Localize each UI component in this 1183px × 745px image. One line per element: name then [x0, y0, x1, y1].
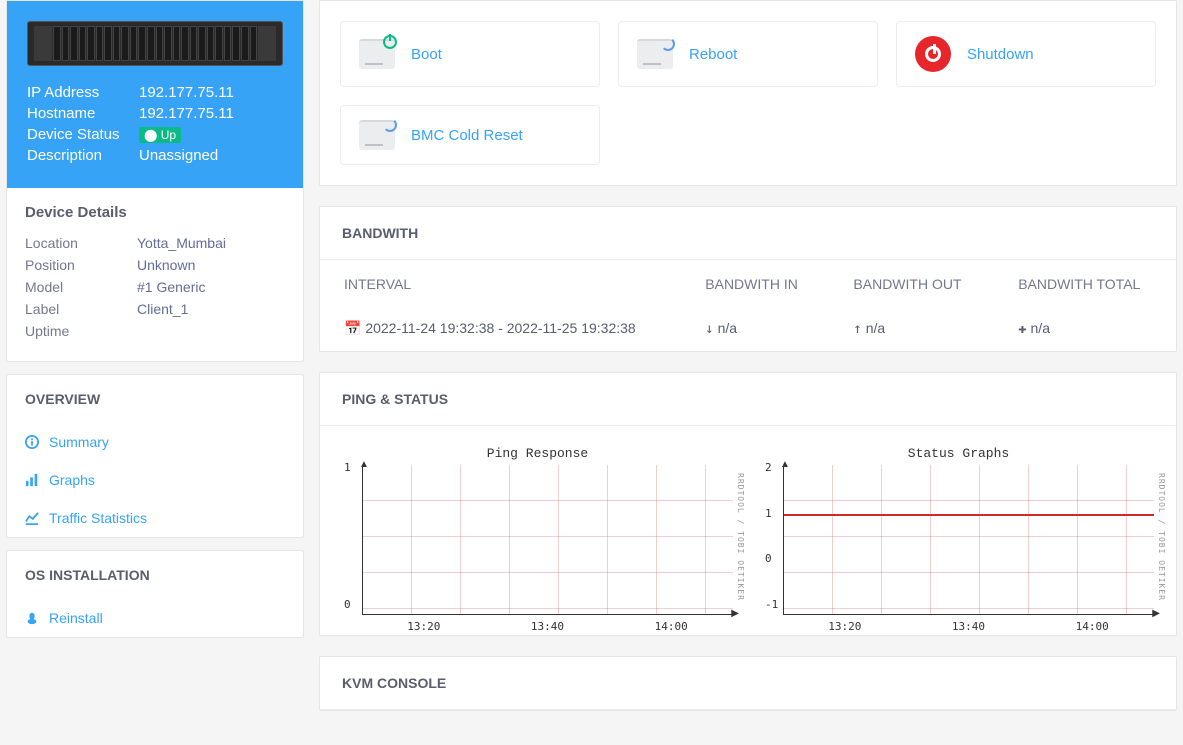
- ping-response-chart: Ping Response ▲▶ 10 13:2013:4014:00 RRDT…: [342, 446, 733, 615]
- location-value: Yotta_Mumbai: [137, 235, 226, 251]
- label-value: Client_1: [137, 301, 188, 317]
- bandwidth-section: BANDWITH INTERVAL BANDWITH IN BANDWITH O…: [319, 206, 1177, 352]
- ping-status-section: PING & STATUS Ping Response ▲▶ 10 13:201…: [319, 372, 1177, 636]
- server-header: IP Address192.177.75.11 Hostname192.177.…: [7, 1, 303, 188]
- ping-heading: PING & STATUS: [320, 373, 1176, 426]
- power-actions: Boot Reboot Shutdown BMC Cold Reset: [319, 0, 1177, 186]
- chart-line-icon: [25, 511, 39, 525]
- device-details-heading: Device Details: [25, 204, 285, 221]
- ip-value: 192.177.75.11: [139, 84, 234, 101]
- bandwidth-row: 📅 2022-11-24 19:32:38 - 2022-11-25 19:32…: [322, 308, 1174, 349]
- nav-reinstall[interactable]: Reinstall: [7, 599, 303, 637]
- nav-traffic-stats[interactable]: Traffic Statistics: [7, 499, 303, 537]
- col-in: BANDWITH IN: [683, 262, 829, 306]
- model-value: #1 Generic: [137, 279, 205, 295]
- overview-heading: OVERVIEW: [7, 375, 303, 423]
- calendar-icon: 📅: [344, 320, 361, 336]
- ip-label: IP Address: [27, 84, 139, 101]
- description-label: Description: [27, 147, 139, 164]
- reboot-button[interactable]: Reboot: [618, 21, 878, 87]
- os-install-heading: OS INSTALLATION: [7, 551, 303, 599]
- info-icon: [25, 435, 39, 449]
- hostname-label: Hostname: [27, 105, 139, 122]
- plus-icon: ✚: [1018, 321, 1026, 337]
- bmc-reset-button[interactable]: BMC Cold Reset: [340, 105, 600, 165]
- boot-button[interactable]: Boot: [340, 21, 600, 87]
- status-label: Device Status: [27, 126, 139, 143]
- kvm-heading: KVM CONSOLE: [320, 657, 1176, 710]
- power-icon: [915, 36, 951, 72]
- col-total: BANDWITH TOTAL: [996, 262, 1174, 306]
- arrow-up-icon: ↑: [853, 321, 861, 337]
- hostname-value: 192.177.75.11: [139, 105, 234, 122]
- arrow-down-icon: ↓: [705, 321, 713, 337]
- description-value: Unassigned: [139, 147, 218, 164]
- col-interval: INTERVAL: [322, 262, 681, 306]
- shutdown-button[interactable]: Shutdown: [896, 21, 1156, 87]
- position-value: Unknown: [137, 257, 195, 273]
- col-out: BANDWITH OUT: [831, 262, 994, 306]
- linux-icon: [25, 611, 39, 625]
- nav-summary[interactable]: Summary: [7, 423, 303, 461]
- status-badge: ⬤ Up: [139, 127, 181, 143]
- boot-icon: [359, 39, 395, 69]
- status-graphs-chart: Status Graphs ▲▶ 210-1 13:2013:4014:00 R…: [763, 446, 1154, 615]
- reboot-icon: [637, 39, 673, 69]
- server-image: [27, 21, 283, 66]
- nav-graphs[interactable]: Graphs: [7, 461, 303, 499]
- chart-bar-icon: [25, 473, 39, 487]
- bandwidth-heading: BANDWITH: [320, 207, 1176, 260]
- kvm-section: KVM CONSOLE: [319, 656, 1177, 711]
- bmc-reset-icon: [359, 120, 395, 150]
- status-line: [784, 514, 1154, 516]
